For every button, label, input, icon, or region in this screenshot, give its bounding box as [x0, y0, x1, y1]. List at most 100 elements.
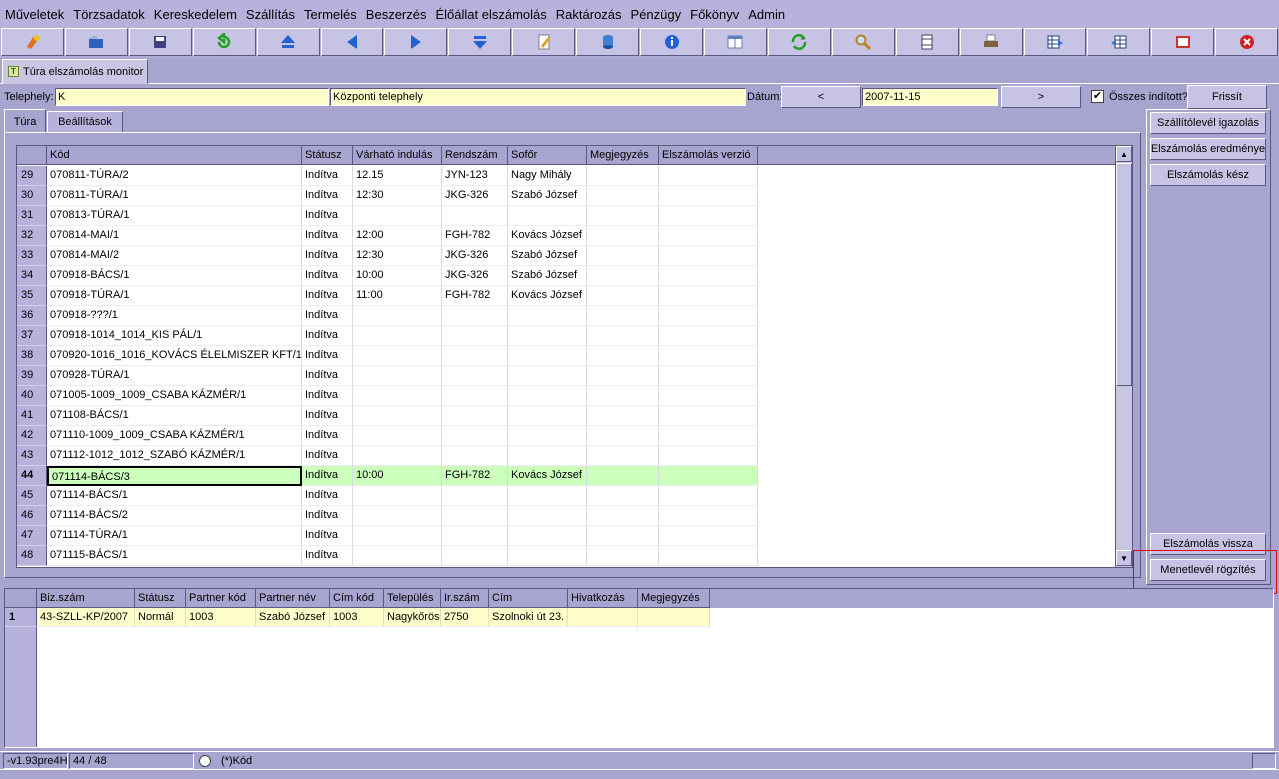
table-row[interactable]: 071114-BÁCS/1 Indítva: [47, 486, 758, 506]
cell-kod[interactable]: 070918-BÁCS/1: [47, 266, 302, 286]
cell-sofor[interactable]: Kovács József: [508, 466, 587, 486]
cell-indulas[interactable]: [353, 346, 442, 366]
cell-indulas[interactable]: [353, 326, 442, 346]
cell-megj[interactable]: [587, 386, 659, 406]
cell-verzio[interactable]: [659, 366, 758, 386]
cell-statusz[interactable]: Indítva: [302, 546, 353, 566]
cell-rendszam[interactable]: [442, 446, 508, 466]
cell-verzio[interactable]: [659, 166, 758, 186]
cell-indulas[interactable]: [353, 206, 442, 226]
table-row[interactable]: 070814-MAI/2 Indítva 12:30 JKG-326 Szabó Józ…: [47, 246, 758, 266]
row-number[interactable]: 1: [5, 608, 37, 627]
menu-item-2[interactable]: Kereskedelem: [153, 5, 238, 24]
table-row[interactable]: 070811-TÚRA/1 Indítva 12:30 JKG-326 Szabó Jó…: [47, 186, 758, 206]
cell-sofor[interactable]: Kovács József: [508, 226, 587, 246]
cell-verzio[interactable]: [659, 446, 758, 466]
column-header[interactable]: Település: [384, 589, 441, 608]
row-number[interactable]: 30: [17, 186, 47, 206]
menu-item-0[interactable]: Műveletek: [4, 5, 65, 24]
row-number[interactable]: 33: [17, 246, 47, 266]
cell-kod[interactable]: 071005-1009_1009_CSABA KÁZMÉR/1: [47, 386, 302, 406]
column-header[interactable]: Hivatkozás: [568, 589, 638, 608]
cell-kod[interactable]: 071114-TÚRA/1: [47, 526, 302, 546]
cell-kod[interactable]: 070918-???/1: [47, 306, 302, 326]
cell-rendszam[interactable]: [442, 346, 508, 366]
cell-kod[interactable]: 071115-BÁCS/1: [47, 546, 302, 566]
row-number[interactable]: 35: [17, 286, 47, 306]
cell-sofor[interactable]: [508, 386, 587, 406]
cell-rendszam[interactable]: FGH-782: [442, 466, 508, 486]
cell-kod[interactable]: 070811-TÚRA/1: [47, 186, 302, 206]
cell-statusz[interactable]: Indítva: [302, 266, 353, 286]
column-header[interactable]: Partner név: [256, 589, 330, 608]
row-number[interactable]: 36: [17, 306, 47, 326]
cell-indulas[interactable]: [353, 386, 442, 406]
cell-sofor[interactable]: Szabó József: [508, 266, 587, 286]
cell-rendszam[interactable]: JKG-326: [442, 186, 508, 206]
detail-cell[interactable]: [568, 608, 638, 627]
table-row[interactable]: 070918-BÁCS/1 Indítva 10:00 JKG-326 Szabó Jó…: [47, 266, 758, 286]
table-row[interactable]: 070814-MAI/1 Indítva 12:00 FGH-782 Kovács Jó…: [47, 226, 758, 246]
menu-item-8[interactable]: Pénzügy: [630, 5, 683, 24]
tab-tura[interactable]: Túra: [4, 109, 46, 134]
cell-sofor[interactable]: [508, 206, 587, 226]
info-button[interactable]: [640, 28, 703, 56]
detail-cell[interactable]: 1003: [186, 608, 256, 627]
tab-tura-elszamolas-monitor[interactable]: T Túra elszámolás monitor: [2, 59, 148, 84]
cell-verzio[interactable]: [659, 406, 758, 426]
scroll-thumb[interactable]: [1116, 163, 1132, 386]
row-number[interactable]: 34: [17, 266, 47, 286]
menu-item-10[interactable]: Admin: [747, 5, 786, 24]
cell-rendszam[interactable]: JKG-326: [442, 266, 508, 286]
cell-megj[interactable]: [587, 206, 659, 226]
cell-statusz[interactable]: Indítva: [302, 246, 353, 266]
detail-cell[interactable]: 43-SZLL-KP/2007: [37, 608, 135, 627]
cell-indulas[interactable]: 12:30: [353, 246, 442, 266]
cell-megj[interactable]: [587, 246, 659, 266]
cell-sofor[interactable]: [508, 306, 587, 326]
prev-button[interactable]: [320, 28, 384, 56]
row-number[interactable]: 43: [17, 446, 47, 466]
detail-cell[interactable]: Nagykőrös: [384, 608, 441, 627]
cell-statusz[interactable]: Indítva: [302, 286, 353, 306]
close-button[interactable]: [1215, 28, 1279, 56]
table-row[interactable]: 070928-TÚRA/1 Indítva: [47, 366, 758, 386]
table-row[interactable]: 071110-1009_1009_CSABA KÁZMÉR/1 Indítva: [47, 426, 758, 446]
cell-kod[interactable]: 070928-TÚRA/1: [47, 366, 302, 386]
detail-cell[interactable]: [638, 608, 710, 627]
table-row[interactable]: 071115-BÁCS/1 Indítva: [47, 546, 758, 566]
cell-sofor[interactable]: [508, 526, 587, 546]
cell-statusz[interactable]: Indítva: [302, 326, 353, 346]
cell-statusz[interactable]: Indítva: [302, 306, 353, 326]
cell-megj[interactable]: [587, 366, 659, 386]
cell-rendszam[interactable]: JYN-123: [442, 166, 508, 186]
cell-statusz[interactable]: Indítva: [302, 366, 353, 386]
table-row[interactable]: 071114-TÚRA/1 Indítva: [47, 526, 758, 546]
cell-megj[interactable]: [587, 286, 659, 306]
cell-rendszam[interactable]: JKG-326: [442, 246, 508, 266]
cell-verzio[interactable]: [659, 326, 758, 346]
frissit-button[interactable]: Frissít: [1187, 85, 1267, 109]
refresh-button[interactable]: [767, 28, 831, 56]
telephely-name-field[interactable]: Központi telephely: [330, 88, 746, 106]
menu-item-3[interactable]: Szállítás: [245, 5, 296, 24]
cell-indulas[interactable]: [353, 486, 442, 506]
telephely-code-field[interactable]: K: [55, 88, 329, 106]
cell-sofor[interactable]: Szabó József: [508, 246, 587, 266]
cell-statusz[interactable]: Indítva: [302, 446, 353, 466]
cell-indulas[interactable]: 12:00: [353, 226, 442, 246]
cell-indulas[interactable]: [353, 546, 442, 566]
save-button[interactable]: [128, 28, 192, 56]
cell-kod[interactable]: 070814-MAI/1: [47, 226, 302, 246]
cell-rendszam[interactable]: [442, 366, 508, 386]
cell-kod[interactable]: 071114-BÁCS/2: [47, 506, 302, 526]
form-button[interactable]: [703, 28, 767, 56]
osszes-inditott-checkbox[interactable]: ✔: [1091, 90, 1104, 103]
column-header[interactable]: Rendszám: [442, 146, 508, 165]
column-header[interactable]: Kód: [47, 146, 302, 165]
next-button[interactable]: [384, 28, 448, 56]
table-row[interactable]: 070918-???/1 Indítva: [47, 306, 758, 326]
cell-indulas[interactable]: 12:30: [353, 186, 442, 206]
table-row[interactable]: 070920-1016_1016_KOVÁCS ÉLELMISZER KFT/1…: [47, 346, 758, 366]
cell-verzio[interactable]: [659, 386, 758, 406]
